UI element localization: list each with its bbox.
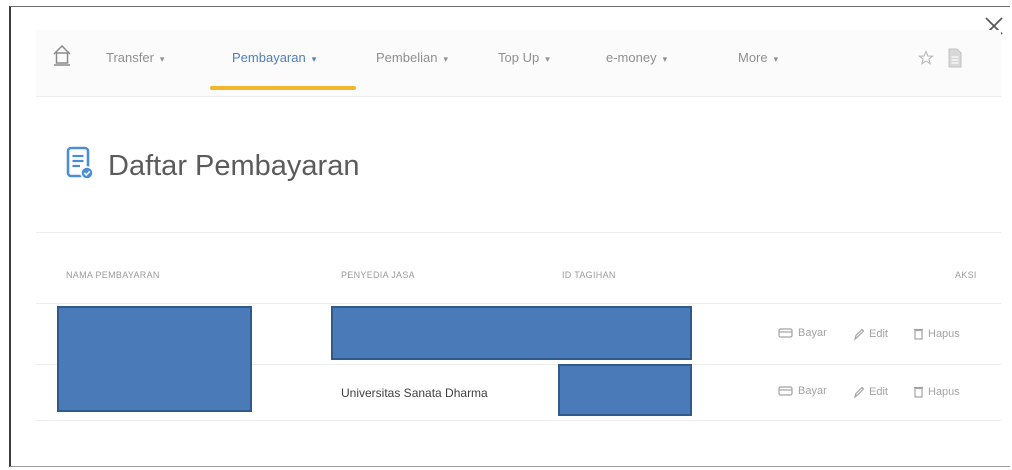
pay-icon [778, 328, 793, 338]
header-nama-pembayaran: NAMA PEMBAYARAN [66, 270, 160, 280]
nav-item-transfer[interactable]: Transfer ▾ [106, 50, 164, 65]
nav-item-more[interactable]: More ▾ [738, 50, 778, 65]
pay-label: Bayar [798, 327, 827, 339]
edit-button[interactable]: Edit [853, 385, 888, 399]
delete-label: Hapus [928, 385, 960, 398]
active-tab-indicator [210, 86, 356, 90]
pay-button[interactable]: Bayar [778, 385, 827, 397]
pay-icon [778, 386, 793, 396]
top-navbar: Transfer ▾ Pembayaran ▾ Pembelian ▾ Top Up ▾… [36, 30, 1001, 97]
pay-label: Bayar [798, 385, 827, 397]
star-icon[interactable] [918, 50, 934, 66]
redacted-row1-penyedia-id [331, 306, 692, 360]
trash-icon [914, 328, 923, 340]
nav-item-transfer-label: Transfer [106, 50, 154, 65]
chevron-down-icon: ▾ [443, 54, 448, 64]
edit-button[interactable]: Edit [853, 327, 888, 341]
header-id-tagihan: ID TAGIHAN [562, 270, 616, 280]
nav-item-e-money-label: e-money [606, 50, 657, 65]
delete-button[interactable]: Hapus [913, 385, 960, 398]
edit-label: Edit [869, 386, 888, 398]
nav-item-top-up[interactable]: Top Up ▾ [498, 50, 550, 65]
pencil-icon [853, 386, 865, 399]
header-penyedia-jasa: PENYEDIA JASA [341, 270, 415, 280]
row2-penyedia-jasa: Universitas Sanata Dharma [341, 386, 488, 400]
chevron-down-icon: ▾ [311, 54, 317, 64]
table-bottom-divider [36, 420, 1001, 421]
delete-label: Hapus [928, 327, 960, 340]
delete-button[interactable]: Hapus [913, 327, 960, 340]
redacted-row2-id-tagihan [558, 364, 692, 416]
pay-button[interactable]: Bayar [778, 327, 827, 339]
header-aksi: AKSI [955, 270, 977, 280]
nav-item-pembayaran[interactable]: Pembayaran ▾ [232, 50, 316, 65]
chevron-down-icon: ▾ [662, 54, 668, 64]
nav-item-pembelian-label: Pembelian [376, 50, 438, 65]
home-icon[interactable] [52, 43, 72, 67]
header-divider [36, 303, 1001, 304]
nav-item-top-up-label: Top Up [498, 50, 540, 65]
page-title: Daftar Pembayaran [108, 150, 360, 182]
nav-item-pembelian[interactable]: Pembelian ▾ [376, 50, 448, 65]
nav-item-more-label: More [738, 50, 768, 65]
title-divider [36, 232, 1001, 233]
pencil-icon [853, 328, 865, 341]
redacted-nama-pembayaran [57, 306, 252, 412]
edit-label: Edit [869, 328, 888, 340]
nav-item-e-money[interactable]: e-money ▾ [606, 50, 667, 65]
chevron-down-icon: ▾ [545, 54, 550, 64]
trash-icon [914, 386, 923, 398]
nav-item-pembayaran-label: Pembayaran [232, 50, 306, 65]
payment-list-icon [66, 146, 94, 180]
chevron-down-icon: ▾ [773, 54, 779, 64]
document-icon[interactable] [948, 48, 962, 68]
chevron-down-icon: ▾ [159, 54, 165, 64]
